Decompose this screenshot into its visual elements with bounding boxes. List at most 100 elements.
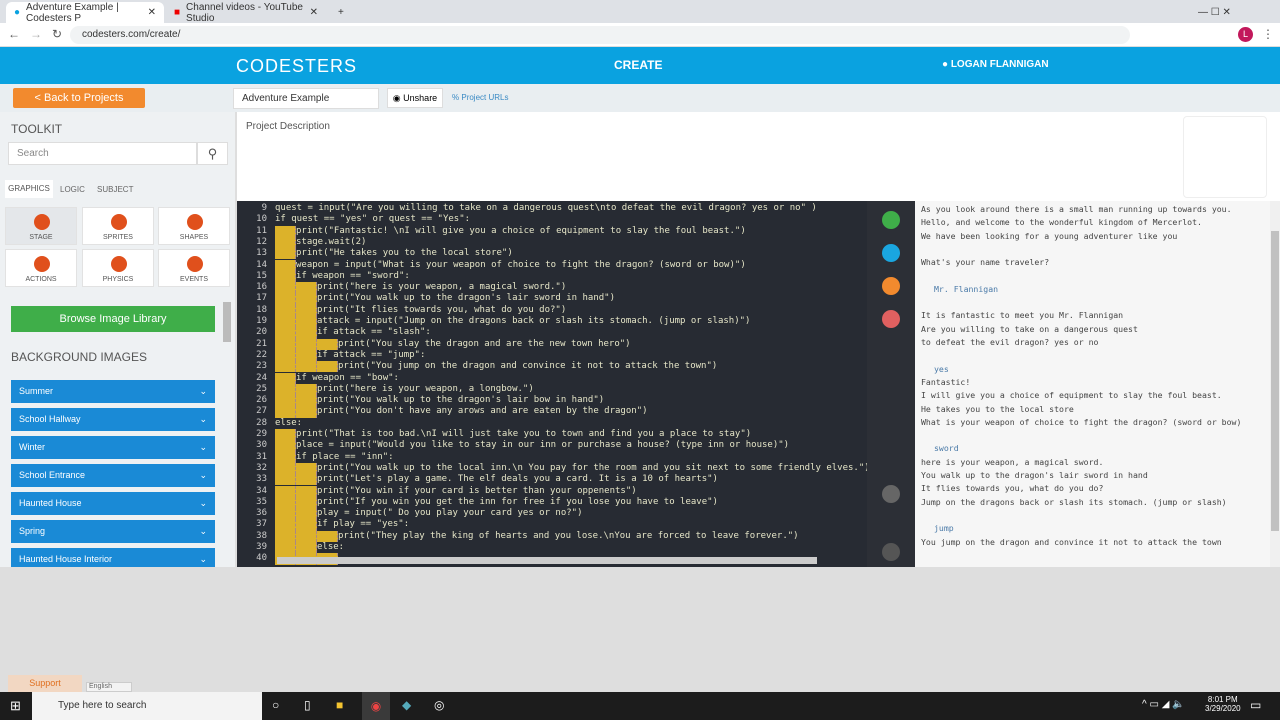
project-description-label[interactable]: Project Description: [246, 121, 330, 132]
run-play-icon[interactable]: [882, 211, 900, 229]
tool-stage[interactable]: STAGE: [5, 207, 77, 245]
hint-bulb-icon[interactable]: [882, 543, 900, 561]
task-view-icon[interactable]: ▯: [304, 698, 311, 712]
background-item[interactable]: School Entrance ⌄: [11, 464, 215, 487]
forward-arrow-icon[interactable]: →: [30, 27, 42, 41]
clock[interactable]: 8:01 PM 3/29/2020: [1205, 695, 1241, 713]
close-tab-icon[interactable]: ✕: [310, 7, 318, 18]
codesters-logo[interactable]: CODESTERS: [236, 56, 357, 77]
tab-codesters[interactable]: ● Adventure Example | Codesters P ✕: [6, 2, 164, 24]
project-name-input[interactable]: Adventure Example: [233, 88, 379, 109]
window-controls[interactable]: — ☐ ✕: [1190, 2, 1239, 23]
console-output[interactable]: As you look around there is a small man …: [915, 201, 1270, 567]
chrome-icon[interactable]: ◉: [362, 692, 390, 720]
tab-logic[interactable]: LOGIC: [60, 185, 85, 194]
add-icon[interactable]: [882, 277, 900, 295]
tool-sprites[interactable]: SPRITES: [82, 207, 154, 245]
toolkit-search-input[interactable]: Search: [8, 142, 197, 165]
code-line[interactable]: else:: [275, 418, 302, 429]
code-line[interactable]: if place == "inn":: [275, 451, 394, 463]
tab-subject[interactable]: SUBJECT: [97, 185, 133, 194]
code-line[interactable]: print("You jump on the dragon and convin…: [275, 361, 717, 373]
tool-physics[interactable]: PHYSICS: [82, 249, 154, 287]
background-item[interactable]: Haunted House Interior ⌄: [11, 548, 215, 567]
editor-horizontal-scrollbar[interactable]: [277, 557, 817, 564]
code-line[interactable]: if play == "yes":: [275, 519, 409, 531]
profile-avatar[interactable]: L: [1238, 27, 1253, 42]
code-line[interactable]: print("Let's play a game. The elf deals …: [275, 474, 718, 486]
taskbar-search-input[interactable]: Type here to search: [32, 692, 262, 720]
back-arrow-icon[interactable]: ←: [8, 27, 20, 41]
code-line[interactable]: if attack == "slash":: [275, 327, 431, 339]
background-item[interactable]: Summer ⌄: [11, 380, 215, 403]
windows-start-icon[interactable]: ⊞: [10, 698, 21, 714]
code-line[interactable]: print("You win if your card is better th…: [275, 485, 637, 497]
code-line[interactable]: if weapon == "bow":: [275, 372, 399, 384]
code-line[interactable]: stage.wait(2): [275, 236, 366, 249]
code-line[interactable]: if quest == "yes" or quest == "Yes":: [275, 214, 470, 225]
code-line[interactable]: print("That is too bad.\nI will just tak…: [275, 429, 751, 441]
code-line[interactable]: print("You don't have any arows and are …: [275, 406, 648, 418]
toolkit-scrollbar[interactable]: [223, 302, 231, 342]
stage-preview[interactable]: [1183, 116, 1267, 198]
cortana-icon[interactable]: ○: [272, 698, 279, 712]
user-menu[interactable]: ● LOGAN FLANNIGAN: [942, 59, 1049, 70]
code-line[interactable]: weapon = input("What is your weapon of c…: [275, 259, 746, 271]
stop-icon[interactable]: [882, 310, 900, 328]
file-explorer-icon[interactable]: ■: [336, 698, 343, 712]
code-line[interactable]: quest = input("Are you willing to take o…: [275, 203, 817, 214]
background-item[interactable]: Winter ⌄: [11, 436, 215, 459]
background-item[interactable]: Haunted House ⌄: [11, 492, 215, 515]
code-line[interactable]: play = input(" Do you play your card yes…: [275, 508, 583, 520]
app2-icon[interactable]: ◎: [434, 698, 444, 712]
system-tray-icons[interactable]: ^ ▭ ◢ 🔈: [1142, 699, 1185, 710]
language-select[interactable]: English: [86, 682, 132, 692]
code-line[interactable]: print("You walk up to the local inn.\n Y…: [275, 462, 867, 475]
console-input-line: Mr. Flannigan: [934, 283, 999, 294]
app-icon[interactable]: ◆: [402, 698, 411, 712]
user-icon: ●: [942, 59, 949, 70]
reload-icon[interactable]: ↻: [52, 27, 62, 41]
code-line[interactable]: if weapon == "sword":: [275, 270, 410, 283]
browse-image-library-button[interactable]: Browse Image Library: [11, 306, 215, 332]
project-urls-link[interactable]: % Project URLs: [452, 93, 508, 102]
code-line[interactable]: print("It flies towards you, what do you…: [275, 304, 566, 316]
url-input[interactable]: codesters.com/create/: [70, 26, 1130, 44]
code-line[interactable]: print("They play the king of hearts and …: [275, 530, 799, 542]
code-line[interactable]: else:: [275, 542, 344, 554]
code-line[interactable]: print("You walk up to the dragon's lair …: [275, 293, 615, 305]
search-icon[interactable]: ⚲: [197, 142, 228, 165]
tab-graphics[interactable]: GRAPHICS: [5, 180, 53, 198]
code-line[interactable]: print("here is your weapon, a longbow."): [275, 383, 534, 396]
code-line[interactable]: attack = input("Jump on the dragons back…: [275, 316, 750, 328]
pause-icon[interactable]: [882, 485, 900, 503]
tab-youtube[interactable]: ■ Channel videos - YouTube Studio ✕: [166, 2, 326, 24]
unshare-button[interactable]: ◉ Unshare: [387, 88, 443, 108]
background-item[interactable]: Spring ⌄: [11, 520, 215, 543]
code-line[interactable]: print("Fantastic! \nI will give you a ch…: [275, 225, 746, 237]
tool-actions[interactable]: ACTIONS: [5, 249, 77, 287]
create-link[interactable]: CREATE: [614, 58, 662, 72]
support-button[interactable]: Support: [8, 675, 82, 692]
console-scrollbar[interactable]: [1270, 201, 1280, 567]
notifications-icon[interactable]: ▭: [1250, 698, 1261, 712]
save-icon[interactable]: [882, 244, 900, 262]
code-editor[interactable]: 9 quest = input("Are you willing to take …: [237, 201, 867, 567]
indent-marker: [296, 338, 317, 350]
tool-shapes[interactable]: SHAPES: [158, 207, 230, 245]
close-tab-icon[interactable]: ✕: [148, 7, 156, 18]
code-text: print("You walk up to the dragon's lair …: [317, 395, 605, 406]
new-tab-button[interactable]: +: [330, 2, 352, 23]
back-to-projects-button[interactable]: < Back to Projects: [13, 88, 145, 108]
code-line[interactable]: if attack == "jump":: [275, 349, 425, 362]
tool-events[interactable]: EVENTS: [158, 249, 230, 287]
indent-marker: [296, 304, 317, 316]
code-line[interactable]: print("You slay the dragon and are the n…: [275, 338, 631, 350]
code-line[interactable]: print("If you win you get the inn for fr…: [275, 496, 718, 509]
code-line[interactable]: print("He takes you to the local store"): [275, 248, 513, 260]
menu-icon[interactable]: ⋮: [1262, 27, 1274, 41]
code-line[interactable]: print("You walk up to the dragon's lair …: [275, 395, 605, 407]
code-line[interactable]: place = input("Would you like to stay in…: [275, 440, 789, 452]
code-line[interactable]: print("here is your weapon, a magical sw…: [275, 282, 566, 294]
background-item[interactable]: School Hallway ⌄: [11, 408, 215, 431]
